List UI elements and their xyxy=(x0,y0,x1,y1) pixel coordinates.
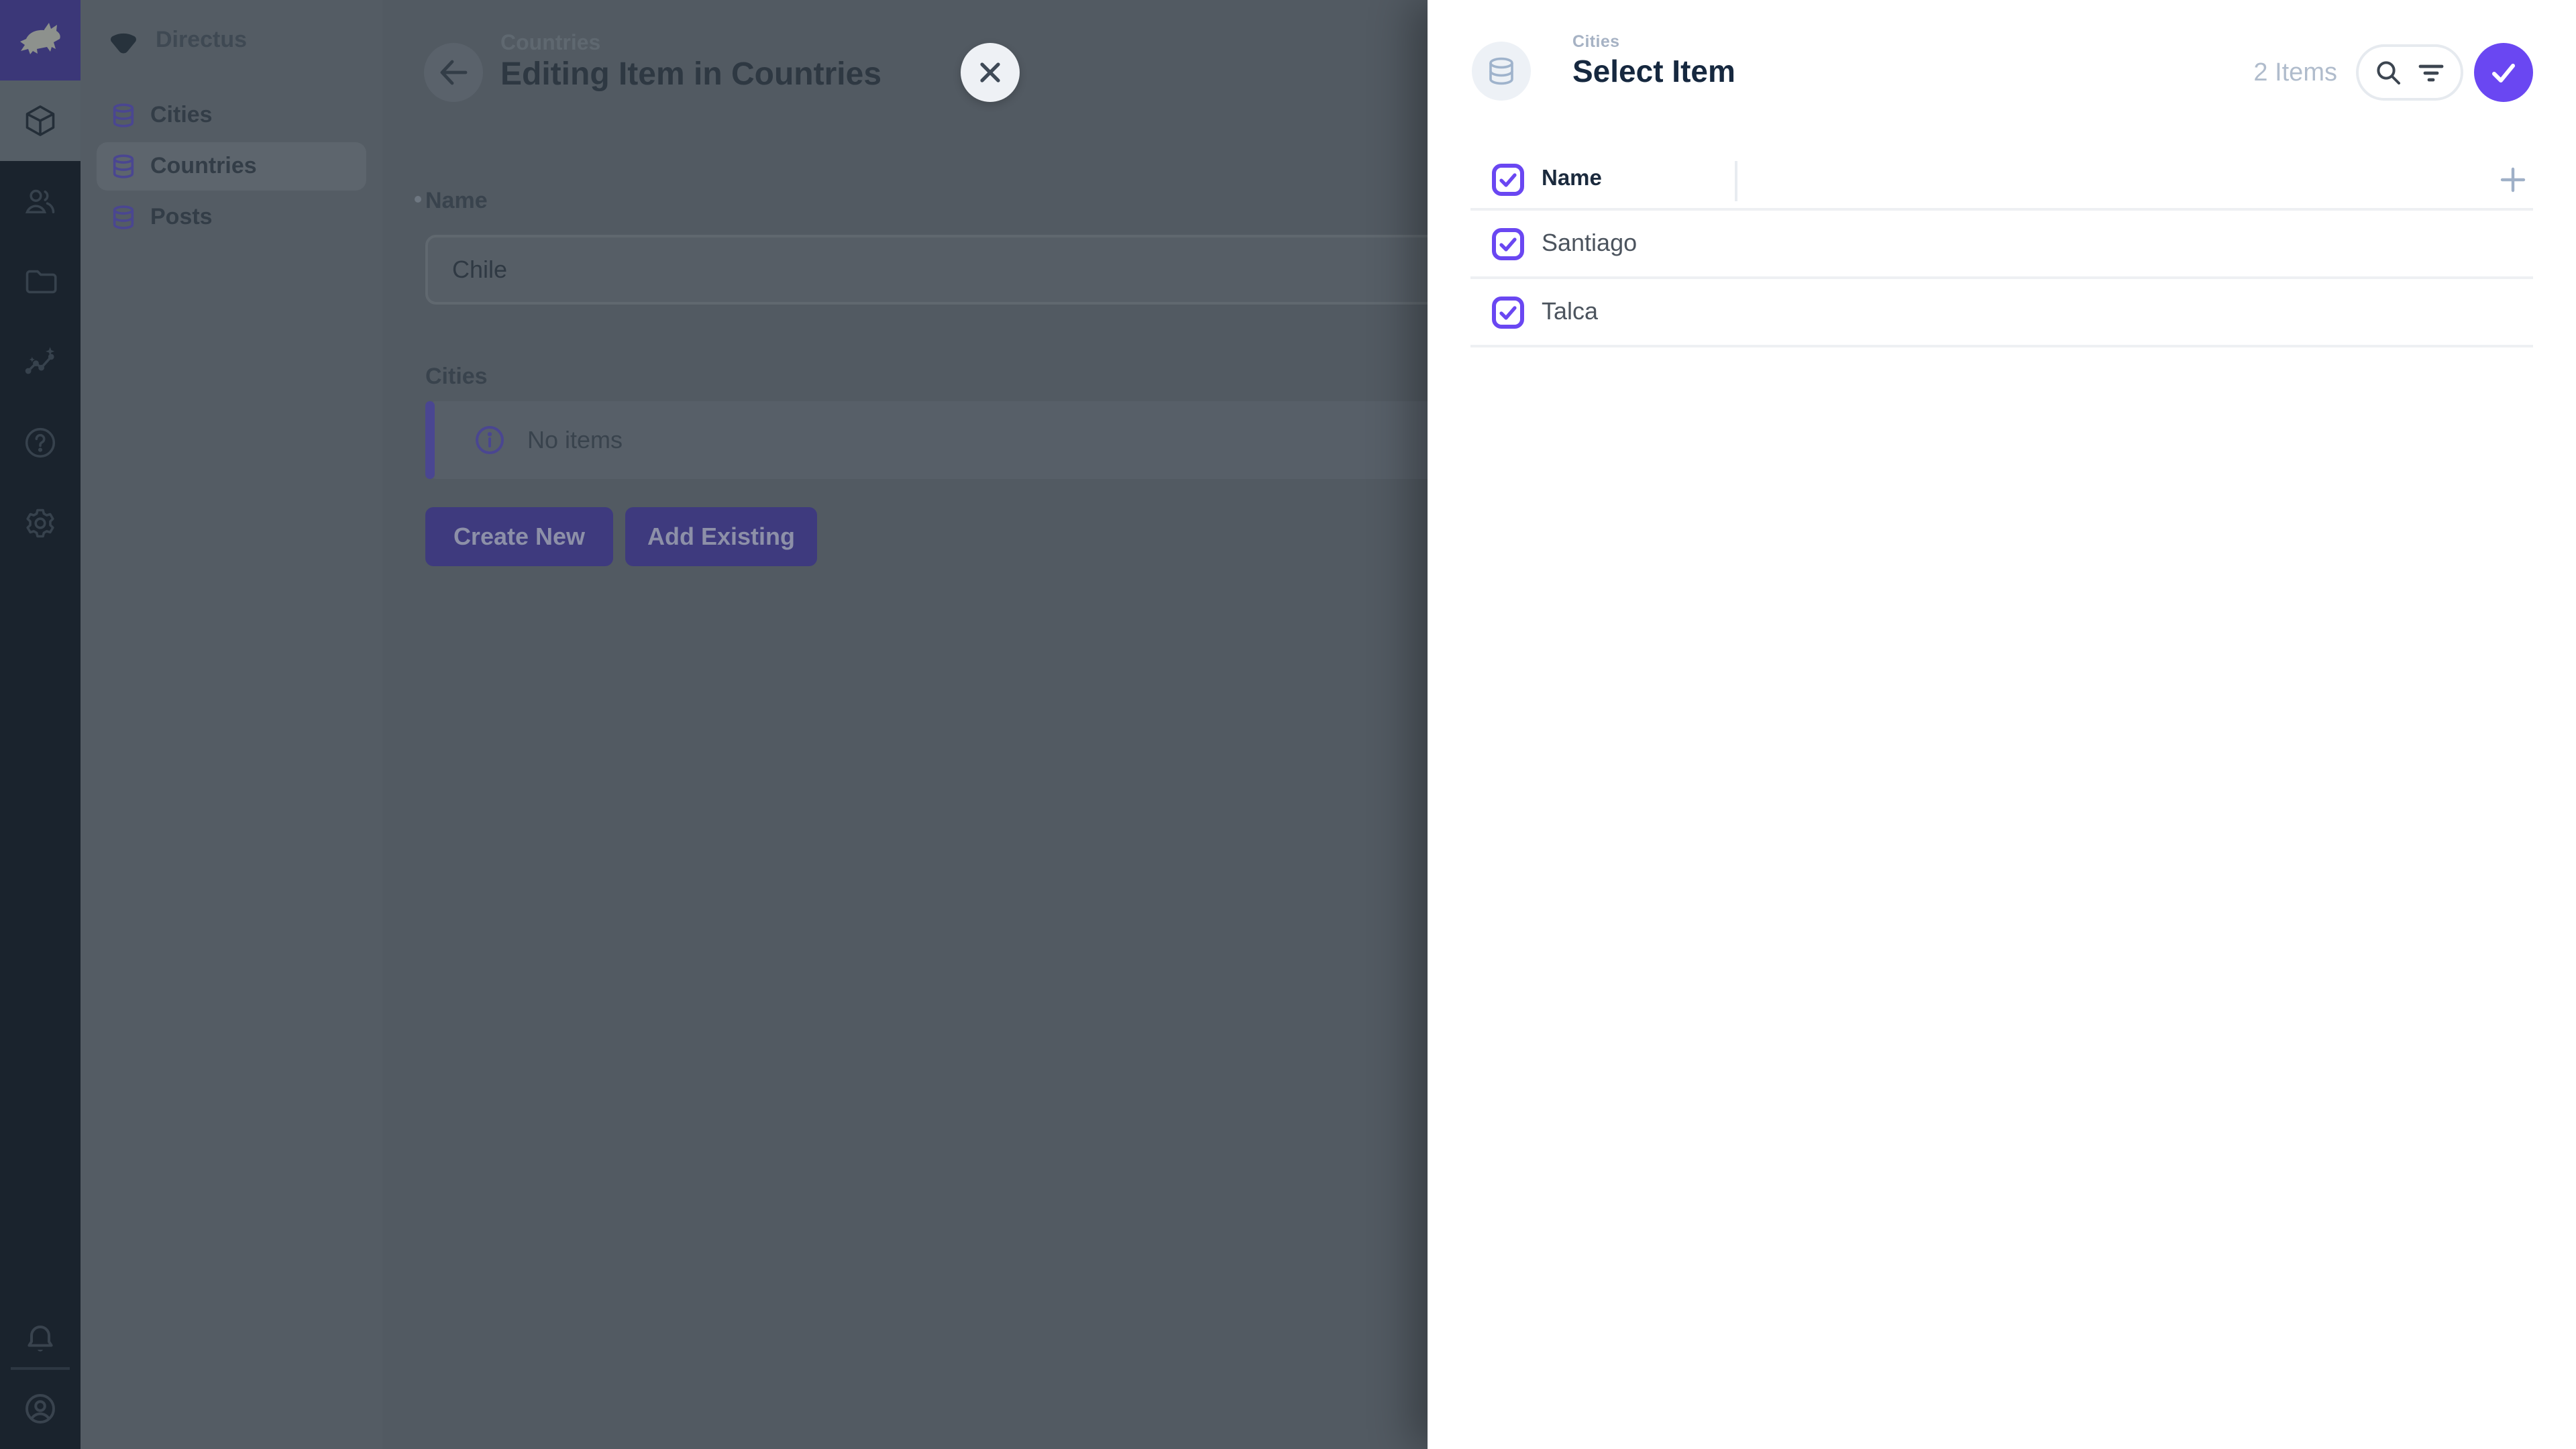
drawer-title: Select Item xyxy=(1572,54,1735,90)
navigation-panel: Directus Cities Countries xyxy=(80,0,382,1449)
name-field-label: Name xyxy=(425,188,488,215)
select-item-drawer: Cities Select Item 2 Items xyxy=(1428,0,2576,1449)
row-checkbox[interactable] xyxy=(1492,227,1524,260)
sidebar-item-countries[interactable]: Countries xyxy=(97,142,366,191)
collection-list: Cities Countries Posts xyxy=(80,89,382,244)
account-circle-icon xyxy=(23,1391,58,1426)
module-bar xyxy=(0,0,80,1449)
module-files[interactable] xyxy=(0,241,80,322)
project-chooser[interactable]: Directus xyxy=(80,0,382,80)
no-items-text: No items xyxy=(527,426,623,454)
rabbit-logo-icon xyxy=(16,16,64,64)
check-icon xyxy=(2487,56,2520,89)
folder-icon xyxy=(23,264,58,299)
project-logo-icon xyxy=(107,24,140,56)
database-icon xyxy=(1485,55,1517,87)
module-docs[interactable] xyxy=(0,402,80,483)
arrow-left-icon xyxy=(436,55,471,90)
sidebar-item-cities[interactable]: Cities xyxy=(97,91,366,140)
page-title: Editing Item in Countries xyxy=(500,56,881,94)
search-filter-pill xyxy=(2356,44,2463,101)
table-header-row: Name xyxy=(1470,150,2533,211)
table-row[interactable]: Talca xyxy=(1470,279,2533,347)
directus-logo[interactable] xyxy=(0,0,80,80)
sidebar-item-posts[interactable]: Posts xyxy=(97,193,366,241)
account-button[interactable] xyxy=(0,1368,80,1449)
directus-app: Countries Editing Item in Countries Name… xyxy=(0,0,2576,1449)
project-name: Directus xyxy=(156,27,247,54)
bell-icon xyxy=(23,1322,58,1356)
table-row[interactable]: Santiago xyxy=(1470,211,2533,279)
database-icon xyxy=(110,102,137,129)
column-header-name[interactable]: Name xyxy=(1542,166,1602,192)
module-users[interactable] xyxy=(0,161,80,241)
search-icon[interactable] xyxy=(2373,58,2403,87)
items-table: Name Santiago Talca xyxy=(1470,150,2533,347)
row-name-cell: Talca xyxy=(1542,298,1598,326)
close-drawer-button[interactable] xyxy=(961,43,1020,102)
module-content[interactable] xyxy=(0,80,80,161)
back-button[interactable] xyxy=(424,43,483,102)
field-edited-dot xyxy=(415,196,421,203)
collection-label: Countries xyxy=(150,153,257,180)
database-icon xyxy=(110,204,137,231)
box-icon xyxy=(23,103,58,138)
insights-icon xyxy=(23,345,58,380)
add-column-icon[interactable] xyxy=(2496,162,2530,197)
add-existing-button[interactable]: Add Existing xyxy=(625,507,817,566)
module-insights[interactable] xyxy=(0,322,80,402)
row-checkbox[interactable] xyxy=(1492,296,1524,328)
users-icon xyxy=(23,184,58,219)
notice-accent-bar xyxy=(425,401,435,479)
module-settings[interactable] xyxy=(0,483,80,564)
close-icon xyxy=(975,58,1005,87)
help-icon xyxy=(23,425,58,460)
notifications-button[interactable] xyxy=(0,1299,80,1379)
select-all-checkbox[interactable] xyxy=(1492,163,1524,195)
gear-icon xyxy=(23,506,58,541)
info-icon xyxy=(474,424,506,456)
breadcrumb[interactable]: Countries xyxy=(500,32,600,56)
filter-icon[interactable] xyxy=(2416,58,2446,87)
table-body: Santiago Talca xyxy=(1470,211,2533,347)
cities-field-label: Cities xyxy=(425,364,488,390)
name-input-value: Chile xyxy=(452,256,507,284)
confirm-selection-button[interactable] xyxy=(2474,43,2533,102)
database-icon xyxy=(110,153,137,180)
item-count: 2 Items xyxy=(2253,59,2337,89)
row-name-cell: Santiago xyxy=(1542,229,1637,258)
create-new-button[interactable]: Create New xyxy=(425,507,613,566)
collection-label: Posts xyxy=(150,204,213,231)
collection-avatar xyxy=(1472,42,1531,101)
drawer-collection-label: Cities xyxy=(1572,32,1620,51)
column-divider[interactable] xyxy=(1735,161,1737,201)
collection-label: Cities xyxy=(150,102,213,129)
